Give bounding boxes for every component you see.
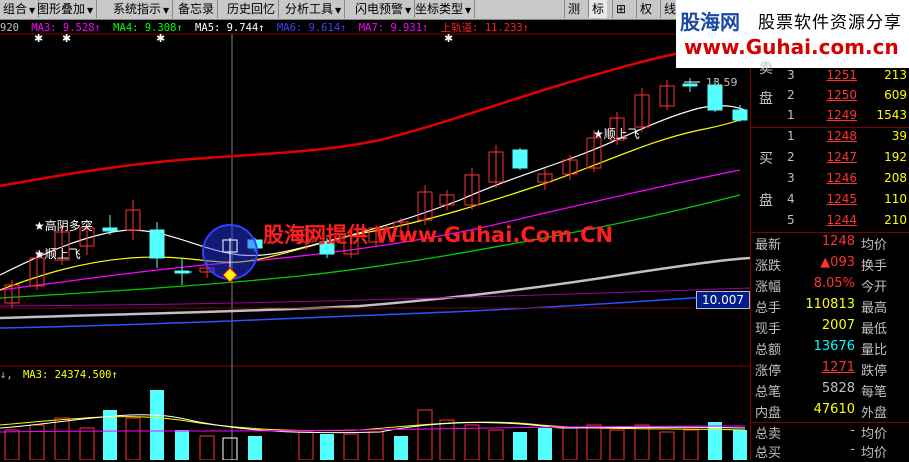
stat-row-current-volume: 现手 2007 最低 [755, 318, 888, 337]
stat-row-latest: 最新 1248 均价 [755, 234, 888, 253]
volume-bar-up [54, 417, 70, 460]
stat-row-limit-up: 涨停 1271 跌停 [755, 360, 888, 379]
signal-gaoyin: ★高阴多突 [34, 219, 93, 233]
ma-yellow-line [0, 117, 746, 291]
site-logo: 股海网 股票软件资源分享 www.Guhai.com.cn [676, 0, 909, 68]
top-marker-star: ✱ [444, 32, 453, 45]
upper-band-line [0, 38, 750, 188]
volume-bar-down [175, 430, 189, 460]
order-book-buy-row[interactable]: 5 1244 210 [751, 213, 909, 232]
volume-bar-up [298, 431, 314, 460]
volume-bar-down [248, 436, 262, 460]
volume-bars [0, 390, 747, 460]
stats-divider [751, 232, 909, 233]
signal-shunshang-right: ★顺上飞 [593, 127, 640, 141]
volume-bar-up [417, 409, 433, 460]
stat-row-change: 涨跌 ▲093 换手 [755, 255, 888, 274]
stat-row-trades: 总笔 5828 每笔 [755, 381, 888, 400]
candle-down [512, 149, 528, 169]
volume-bar-up [683, 429, 699, 460]
order-book-sell-row[interactable]: 1 1249 1543 [751, 108, 909, 127]
volume-bar-down [103, 410, 117, 460]
stat-row-pct: 涨幅 8.05% 今开 [755, 276, 888, 295]
signal-shunshang-left: ★顺上飞 [34, 247, 81, 261]
candle-down [682, 83, 698, 87]
candle-down [102, 227, 118, 232]
volume-bar-up [125, 417, 141, 460]
volume-bar-down [320, 434, 334, 460]
volume-bar-down [538, 428, 552, 460]
volume-bar-up [343, 433, 359, 460]
ma-blue-line [0, 293, 750, 329]
order-book-divider [751, 127, 909, 128]
order-book-sell-row[interactable]: 2 1250 609 [751, 88, 909, 107]
volume-bar-down [733, 430, 747, 460]
quote-panel: 卖 盘 3 1251 213 2 1250 609 1 1249 1543 买 盘 1 124… [750, 61, 909, 461]
volume-bar-up [4, 429, 20, 460]
logo-url: www.Guhai.com.cn [684, 35, 899, 59]
volume-bar-up [634, 424, 650, 460]
volume-bar-up [609, 429, 625, 460]
volume-bar-up [199, 435, 215, 460]
logo-subtitle: 股票软件资源分享 [758, 13, 902, 33]
order-book-buy-row[interactable]: 3 1246 208 [751, 171, 909, 190]
stat-row-inner: 内盘 47610 外盘 [755, 402, 888, 421]
top-marker-star: ✱ [62, 32, 71, 45]
top-marker-star: ✱ [156, 32, 165, 45]
volume-bar-up [29, 424, 45, 460]
top-marker-star: ✱ [34, 32, 43, 45]
order-book-buy-row[interactable]: 2 1247 192 [751, 150, 909, 169]
volume-bar-up [659, 431, 675, 460]
volume-bar-up [464, 424, 480, 460]
price-axis-tag: 10.007 [696, 291, 750, 309]
logo-brand: 股海网 [680, 10, 740, 34]
volume-bar-down [513, 432, 527, 460]
volume-bar-up [586, 424, 602, 460]
candle-down [149, 229, 165, 259]
stat-row-total-buy: 总买 - 均价 [755, 442, 888, 461]
high-price-label: 13.59 [706, 76, 738, 89]
stat-row-total-volume: 总手 110813 最高 [755, 297, 888, 316]
watermark-text: 股海网提供 Www.Guhai.Com.CN [263, 223, 614, 247]
volume-bar-up [488, 429, 504, 460]
order-book-buy-row[interactable]: 1 1248 39 [751, 129, 909, 148]
stat-row-amount: 总额 13676 量比 [755, 339, 888, 358]
volume-ma3: MA3: 24374.500↑ [22, 369, 118, 381]
order-book-sell-row[interactable]: 3 1251 213 [751, 68, 909, 87]
volume-bar-down [150, 390, 164, 460]
volume-bar-up [562, 427, 578, 460]
volume-bar-up [368, 431, 384, 460]
volume-bar-selected [222, 437, 238, 460]
volume-bar-up [79, 427, 95, 460]
volume-indicator-label: ↓, MA3: 24374.500↑ [0, 369, 118, 381]
volume-bar-up [439, 419, 455, 460]
stat-row-total-sell: 总卖 - 均价 [755, 423, 888, 442]
volume-bar-down [394, 436, 408, 460]
candle-down [732, 109, 748, 121]
order-book-buy-row[interactable]: 4 1245 110 [751, 192, 909, 211]
